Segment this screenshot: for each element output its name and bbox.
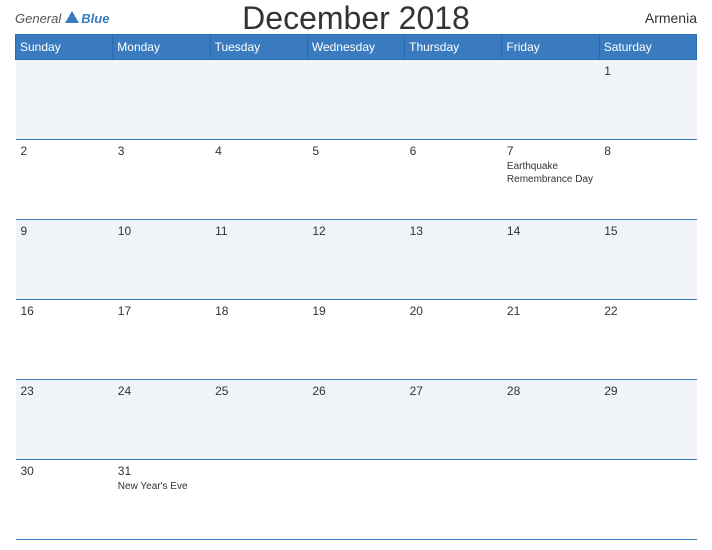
calendar-cell: 11 [210, 220, 307, 300]
day-number: 16 [21, 304, 108, 318]
day-number: 27 [410, 384, 497, 398]
calendar-cell: 7 Earthquake Remembrance Day [502, 140, 599, 220]
day-number: 15 [604, 224, 691, 238]
calendar-cell [210, 460, 307, 540]
calendar-cell: 30 [16, 460, 113, 540]
day-number: 4 [215, 144, 302, 158]
logo-general: General [15, 11, 61, 26]
calendar-cell: 13 [405, 220, 502, 300]
event-text: Earthquake Remembrance Day [507, 160, 594, 186]
calendar-cell [210, 60, 307, 140]
calendar-cell: 17 [113, 300, 210, 380]
weekday-header: Tuesday [210, 35, 307, 60]
day-number: 21 [507, 304, 594, 318]
day-number: 24 [118, 384, 205, 398]
weekday-header: Sunday [16, 35, 113, 60]
day-number: 25 [215, 384, 302, 398]
weekday-header: Saturday [599, 35, 696, 60]
calendar-week-row: 16 17 18 19 20 21 22 [16, 300, 697, 380]
calendar-cell: 10 [113, 220, 210, 300]
logo-blue: Blue [81, 11, 109, 26]
calendar-week-row: 234567 Earthquake Remembrance Day 8 [16, 140, 697, 220]
day-number: 2 [21, 144, 108, 158]
calendar-cell: 29 [599, 380, 696, 460]
calendar-cell: 14 [502, 220, 599, 300]
day-number: 13 [410, 224, 497, 238]
day-number: 3 [118, 144, 205, 158]
calendar-cell: 6 [405, 140, 502, 220]
calendar-cell: 2 [16, 140, 113, 220]
day-number: 5 [312, 144, 399, 158]
calendar-cell: 24 [113, 380, 210, 460]
day-number: 8 [604, 144, 691, 158]
month-title: December 2018 [242, 0, 470, 37]
calendar-cell [307, 60, 404, 140]
weekday-header: Wednesday [307, 35, 404, 60]
calendar-cell [599, 460, 696, 540]
calendar-container: General Blue December 2018 Armenia Sunda… [0, 0, 712, 550]
calendar-cell [405, 60, 502, 140]
calendar-cell [113, 60, 210, 140]
calendar-cell [405, 460, 502, 540]
day-number: 20 [410, 304, 497, 318]
day-number: 6 [410, 144, 497, 158]
weekday-header: Thursday [405, 35, 502, 60]
day-number: 31 [118, 464, 205, 478]
event-text: New Year's Eve [118, 480, 205, 493]
calendar-week-row: 9 10 11 12 13 14 15 [16, 220, 697, 300]
day-number: 29 [604, 384, 691, 398]
logo: General Blue [15, 11, 109, 26]
calendar-cell: 25 [210, 380, 307, 460]
day-number: 18 [215, 304, 302, 318]
weekday-header-row: SundayMondayTuesdayWednesdayThursdayFrid… [16, 35, 697, 60]
calendar-cell: 18 [210, 300, 307, 380]
calendar-cell: 1 [599, 60, 696, 140]
calendar-cell: 22 [599, 300, 696, 380]
weekday-header: Friday [502, 35, 599, 60]
calendar-table: SundayMondayTuesdayWednesdayThursdayFrid… [15, 34, 697, 540]
calendar-cell [502, 460, 599, 540]
calendar-cell: 8 [599, 140, 696, 220]
calendar-cell [307, 460, 404, 540]
calendar-cell: 28 [502, 380, 599, 460]
calendar-cell: 21 [502, 300, 599, 380]
day-number: 22 [604, 304, 691, 318]
calendar-cell: 20 [405, 300, 502, 380]
day-number: 19 [312, 304, 399, 318]
day-number: 9 [21, 224, 108, 238]
day-number: 10 [118, 224, 205, 238]
calendar-cell: 4 [210, 140, 307, 220]
calendar-week-row: 30 31 New Year's Eve [16, 460, 697, 540]
calendar-cell: 19 [307, 300, 404, 380]
day-number: 23 [21, 384, 108, 398]
calendar-cell: 5 [307, 140, 404, 220]
calendar-cell [16, 60, 113, 140]
day-number: 7 [507, 144, 594, 158]
calendar-header: General Blue December 2018 Armenia [15, 10, 697, 26]
day-number: 28 [507, 384, 594, 398]
day-number: 17 [118, 304, 205, 318]
calendar-cell [502, 60, 599, 140]
calendar-week-row: 23 24 25 26 27 28 29 [16, 380, 697, 460]
calendar-cell: 12 [307, 220, 404, 300]
calendar-cell: 9 [16, 220, 113, 300]
calendar-cell: 3 [113, 140, 210, 220]
day-number: 30 [21, 464, 108, 478]
logo-triangle-icon [65, 11, 79, 23]
day-number: 12 [312, 224, 399, 238]
day-number: 26 [312, 384, 399, 398]
calendar-cell: 31 New Year's Eve [113, 460, 210, 540]
day-number: 11 [215, 224, 302, 238]
calendar-cell: 23 [16, 380, 113, 460]
calendar-cell: 27 [405, 380, 502, 460]
country-name: Armenia [645, 10, 697, 26]
calendar-week-row: 1 [16, 60, 697, 140]
calendar-cell: 15 [599, 220, 696, 300]
day-number: 1 [604, 64, 691, 78]
calendar-cell: 26 [307, 380, 404, 460]
calendar-cell: 16 [16, 300, 113, 380]
weekday-header: Monday [113, 35, 210, 60]
day-number: 14 [507, 224, 594, 238]
